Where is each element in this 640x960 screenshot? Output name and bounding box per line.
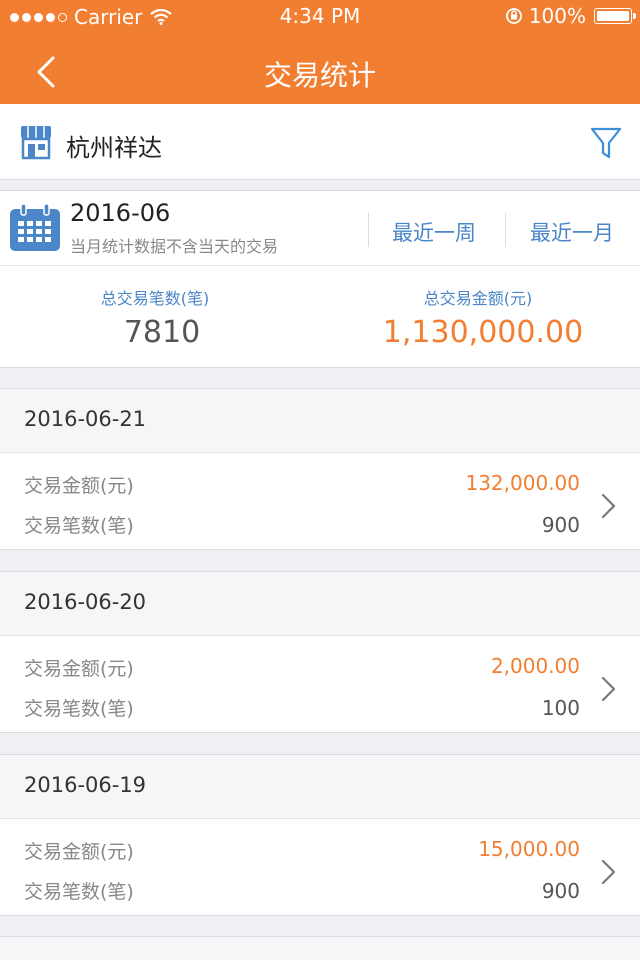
chevron-right-icon xyxy=(601,493,616,519)
nav-bar: 交易统计 xyxy=(0,40,640,104)
day-header: 2016-06-20 xyxy=(0,571,640,635)
day-date: 2016-06-21 xyxy=(24,407,147,431)
total-count-label: 总交易笔数(笔) xyxy=(100,289,210,308)
current-month[interactable]: 2016-06 xyxy=(70,199,170,227)
list-item[interactable]: 交易金额(元) 132,000.00 交易笔数(笔) 900 xyxy=(0,452,640,550)
calendar-icon xyxy=(10,203,60,251)
page-title: 交易统计 xyxy=(263,59,376,92)
total-amount-value: 1,130,000.00 xyxy=(382,315,584,350)
rotation-lock-icon xyxy=(505,8,522,24)
count-label: 交易笔数(笔) xyxy=(24,515,134,537)
count-value: 900 xyxy=(541,879,580,903)
month-note: 当月统计数据不含当天的交易 xyxy=(70,237,279,256)
store-icon xyxy=(21,126,51,160)
amount-value: 2,000.00 xyxy=(490,654,580,678)
count-label: 交易笔数(笔) xyxy=(24,881,134,903)
chevron-right-icon xyxy=(601,676,616,702)
total-count-value: 7810 xyxy=(123,315,201,350)
day-date: 2016-06-19 xyxy=(24,773,147,797)
divider xyxy=(505,213,506,247)
divider xyxy=(0,265,640,266)
amount-label: 交易金额(元) xyxy=(24,475,134,497)
store-name: 杭州祥达 xyxy=(66,134,162,162)
amount-label: 交易金额(元) xyxy=(24,658,134,680)
day-header: 2016-06-19 xyxy=(0,754,640,818)
count-value: 100 xyxy=(541,696,580,720)
amount-value: 132,000.00 xyxy=(465,471,580,495)
amount-value: 15,000.00 xyxy=(478,837,580,861)
count-value: 900 xyxy=(541,513,580,537)
day-header: 2016-06-21 xyxy=(0,388,640,452)
recent-week-button[interactable]: 最近一周 xyxy=(392,217,476,247)
recent-month-button[interactable]: 最近一月 xyxy=(530,217,614,247)
battery-icon xyxy=(594,8,636,24)
count-label: 交易笔数(笔) xyxy=(24,698,134,720)
filter-icon[interactable] xyxy=(590,126,622,160)
total-amount-label: 总交易金额(元) xyxy=(423,289,533,308)
header: Carrier 4:34 PM 100% 交易统计 xyxy=(0,0,640,104)
store-bar[interactable]: 杭州祥达 xyxy=(0,104,640,180)
battery-status: 100% xyxy=(505,4,636,28)
list-item[interactable]: 交易金额(元) 15,000.00 交易笔数(笔) 900 xyxy=(0,818,640,916)
amount-label: 交易金额(元) xyxy=(24,841,134,863)
day-date: 2016-06-20 xyxy=(24,590,147,614)
day-header xyxy=(0,936,640,960)
chevron-right-icon xyxy=(601,859,616,885)
summary-card: 2016-06 当月统计数据不含当天的交易 最近一周 最近一月 总交易笔数(笔)… xyxy=(0,190,640,368)
battery-percent: 100% xyxy=(528,4,586,28)
list-item[interactable]: 交易金额(元) 2,000.00 交易笔数(笔) 100 xyxy=(0,635,640,733)
status-bar: Carrier 4:34 PM 100% xyxy=(0,0,640,32)
divider xyxy=(368,213,369,247)
